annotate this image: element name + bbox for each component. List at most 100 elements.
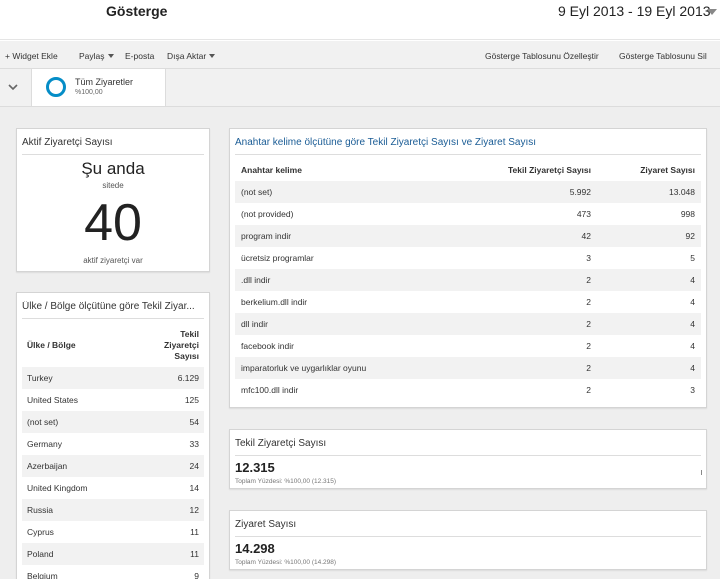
segment-bar: Tüm Ziyaretler %100,00	[0, 69, 720, 107]
visits-cell: 4	[597, 313, 701, 335]
dashboard-content: Aktif Ziyaretçi Sayısı Şu anda sitede 40…	[0, 107, 720, 579]
keyword-cell: (not set)	[235, 181, 449, 203]
keyword-cell: facebook indir	[241, 341, 294, 351]
widget-title-divider	[235, 536, 701, 537]
table-row: (not set) 5.992 13.048	[235, 181, 701, 203]
country-cell: Turkey	[22, 367, 134, 389]
table-row: program indir 42 92	[235, 225, 701, 247]
add-widget-button[interactable]: + Widget Ekle	[5, 51, 58, 61]
header-line: Sayısı	[174, 350, 199, 361]
country-cell: Russia	[22, 499, 134, 521]
customize-dashboard-button[interactable]: Gösterge Tablosunu Özelleştir	[485, 51, 599, 61]
column-header-unique-visitors: Tekil Ziyaretçi Sayısı	[508, 165, 591, 175]
keyword-cell: ücretsiz programlar	[241, 253, 314, 263]
table-row: Cyprus 11	[22, 521, 204, 543]
country-widget: Ülke / Bölge ölçütüne göre Tekil Ziyar..…	[16, 292, 210, 579]
visits-cell: 3	[690, 385, 695, 395]
unique-visitors-widget: Tekil Ziyaretçi Sayısı 12.315 Toplam Yüz…	[229, 429, 707, 489]
widget-title-divider	[22, 318, 204, 319]
keyword-cell: imparatorluk ve uygarlıklar oyunu	[235, 357, 449, 379]
keyword-cell: .dll indir	[235, 269, 449, 291]
country-table-body: Turkey 6.129 United States 125 (not set) 54 Ge…	[22, 367, 204, 579]
unique-visitors-cell: 2	[586, 297, 591, 307]
chevron-down-icon[interactable]	[6, 81, 20, 93]
widget-title: Ziyaret Sayısı	[235, 519, 297, 530]
unique-visitors-cell: 125	[184, 395, 199, 405]
column-header-country: Ülke / Bölge	[27, 340, 76, 350]
keyword-table-body: (not set) 5.992 13.048 (not provided) 473 998…	[235, 181, 701, 401]
realtime-widget: Aktif Ziyaretçi Sayısı Şu anda sitede 40…	[16, 128, 210, 272]
visits-cell: 4	[597, 269, 701, 291]
visits-cell: 998	[680, 209, 695, 219]
unique-visitors-cell: 2	[448, 357, 597, 379]
segment-percent: %100,00	[75, 89, 103, 96]
widget-title[interactable]: Ülke / Bölge ölçütüne göre Tekil Ziyar..…	[22, 301, 206, 312]
table-row: (not provided) 473 998	[235, 203, 701, 225]
unique-visitors-cell: 473	[576, 209, 591, 219]
chevron-down-icon[interactable]	[707, 9, 717, 15]
unique-visitors-cell: 2	[586, 385, 591, 395]
realtime-footer-label: aktif ziyaretçi var	[83, 256, 143, 265]
column-header-unique-visitors: Tekil Ziyaretçi Sayısı	[133, 323, 204, 367]
visits-cell: 13.048	[597, 181, 701, 203]
visits-widget: Ziyaret Sayısı 14.298 Toplam Yüzdesi: %1…	[229, 510, 707, 570]
table-row: Germany 33	[22, 433, 204, 455]
realtime-now-label: Şu anda	[81, 159, 145, 178]
unique-visitors-cell: 11	[190, 527, 199, 537]
header-line: Ziyaretçi	[164, 339, 199, 350]
keyword-cell: berkelium.dll indir	[241, 297, 308, 307]
visits-cell: 4	[690, 341, 695, 351]
export-menu-button[interactable]: Dışa Aktar	[167, 51, 216, 61]
visits-total-percent: Toplam Yüzdesi: %100,00 (14.298)	[235, 559, 337, 566]
unique-visitors-cell: 12	[133, 499, 204, 521]
visits-cell: 4	[690, 297, 695, 307]
keyword-cell: dll indir	[235, 313, 449, 335]
top-bar: Gösterge 9 Eyl 2013 - 19 Eyl 2013	[0, 0, 720, 40]
realtime-active-count: 40	[84, 194, 142, 252]
visits-value: 14.298	[235, 541, 275, 556]
share-menu-button[interactable]: Paylaş	[79, 51, 114, 61]
visits-cell: 92	[597, 225, 701, 247]
email-button[interactable]: E-posta	[125, 51, 154, 61]
country-cell: United Kingdom	[27, 483, 88, 493]
table-row: Turkey 6.129	[22, 367, 204, 389]
unique-visitors-cell: 3	[586, 253, 591, 263]
segment-all-visits[interactable]: Tüm Ziyaretler %100,00	[32, 69, 166, 106]
country-cell: Germany	[27, 439, 62, 449]
table-row: dll indir 2 4	[235, 313, 701, 335]
keyword-table: Anahtar kelime Tekil Ziyaretçi Sayısı Zi…	[235, 159, 701, 401]
widget-title[interactable]: Anahtar kelime ölçütüne göre Tekil Ziyar…	[235, 137, 536, 148]
sparkline-tick	[701, 470, 702, 475]
unique-visitors-cell: 42	[448, 225, 597, 247]
realtime-sub-label: sitede	[102, 181, 124, 190]
table-row: .dll indir 2 4	[235, 269, 701, 291]
delete-dashboard-button[interactable]: Gösterge Tablosunu Sil	[619, 51, 707, 61]
table-row: United Kingdom 14	[22, 477, 204, 499]
unique-visitors-cell: 33	[189, 439, 199, 449]
widget-title-divider	[235, 455, 701, 456]
visits-cell: 4	[597, 357, 701, 379]
table-row: imparatorluk ve uygarlıklar oyunu 2 4	[235, 357, 701, 379]
table-row: Poland 11	[22, 543, 204, 565]
unique-visitors-cell: 9	[194, 571, 199, 579]
country-cell: (not set)	[22, 411, 134, 433]
country-cell: Poland	[22, 543, 134, 565]
unique-visitors-cell: 2	[448, 313, 597, 335]
country-cell: United States	[27, 395, 79, 405]
table-row: (not set) 54	[22, 411, 204, 433]
header-line: Tekil	[180, 328, 199, 339]
keyword-cell: mfc100.dll indir	[241, 385, 299, 395]
keyword-widget: Anahtar kelime ölçütüne göre Tekil Ziyar…	[229, 128, 707, 408]
widget-title: Tekil Ziyaretçi Sayısı	[235, 438, 327, 449]
unique-visitors-value: 12.315	[235, 460, 275, 475]
date-range-picker[interactable]: 9 Eyl 2013 - 19 Eyl 2013	[558, 3, 711, 19]
share-label: Paylaş	[79, 51, 105, 61]
widget-title-divider	[235, 154, 701, 155]
unique-visitors-total-percent: Toplam Yüzdesi: %100,00 (12.315)	[235, 478, 337, 485]
unique-visitors-cell: 5.992	[448, 181, 597, 203]
country-table: Ülke / Bölge Tekil Ziyaretçi Sayısı Turk…	[22, 323, 204, 579]
unique-visitors-cell: 2	[586, 341, 591, 351]
chevron-down-icon	[107, 54, 114, 58]
visits-cell: 5	[690, 253, 695, 263]
table-row: Russia 12	[22, 499, 204, 521]
